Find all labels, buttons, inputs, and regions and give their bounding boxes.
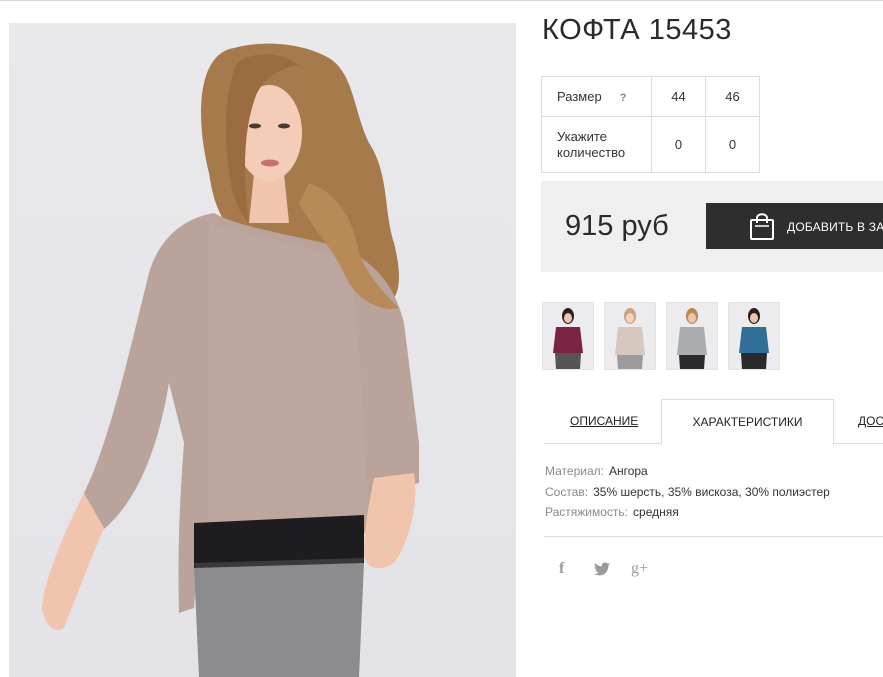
char-material: Материал: Ангора xyxy=(545,464,648,478)
section-divider xyxy=(544,536,883,537)
thumb-burgundy[interactable] xyxy=(542,302,594,370)
characteristics-list: Материал: Ангора Состав: 35% шерсть, 35% в… xyxy=(545,461,830,523)
quantity-input-44[interactable]: 0 xyxy=(651,116,706,173)
top-border xyxy=(0,0,883,1)
quantity-label-cell: Укажите количество xyxy=(541,116,652,173)
quantity-input-46[interactable]: 0 xyxy=(705,116,760,173)
quantity-label-line1: Укажите xyxy=(557,128,607,144)
buy-box: 915 руб ДОБАВИТЬ В ЗА xyxy=(541,181,883,272)
add-to-cart-label: ДОБАВИТЬ В ЗА xyxy=(787,220,883,234)
help-icon[interactable]: ? xyxy=(620,92,627,104)
size-label-cell: Размер? xyxy=(541,76,652,117)
size-44: 44 xyxy=(651,76,706,117)
add-to-cart-button[interactable]: ДОБАВИТЬ В ЗА xyxy=(706,203,883,249)
thumb-beige[interactable] xyxy=(604,302,656,370)
tab-delivery[interactable]: ДОС xyxy=(858,399,883,443)
thumb-grey[interactable] xyxy=(666,302,718,370)
main-product-photo[interactable] xyxy=(9,23,516,677)
char-composition: Состав: 35% шерсть, 35% вискоза, 30% поли… xyxy=(545,484,830,499)
facebook-icon[interactable]: f xyxy=(559,560,564,578)
char-stretch: Растяжимость: средняя xyxy=(545,505,679,519)
thumb-blue[interactable] xyxy=(728,302,780,370)
product-price: 915 руб xyxy=(565,210,669,242)
size-label: Размер xyxy=(557,89,602,104)
size-46: 46 xyxy=(705,76,760,117)
size-quantity-table: Размер? 44 46 Укажите количество 0 0 xyxy=(541,76,760,173)
twitter-icon[interactable] xyxy=(594,562,610,581)
google-plus-icon[interactable]: g+ xyxy=(631,560,648,578)
quantity-label-line2: количество xyxy=(557,144,626,160)
tab-description[interactable]: ОПИСАНИЕ xyxy=(570,399,638,443)
product-title: КОФТА 15453 xyxy=(542,14,732,46)
tab-characteristics[interactable]: ХАРАКТЕРИСТИКИ xyxy=(661,399,834,445)
shopping-bag-icon xyxy=(748,211,776,244)
product-tabs: ОПИСАНИЕ ХАРАКТЕРИСТИКИ ДОС xyxy=(544,399,883,445)
model-illustration xyxy=(42,43,419,677)
